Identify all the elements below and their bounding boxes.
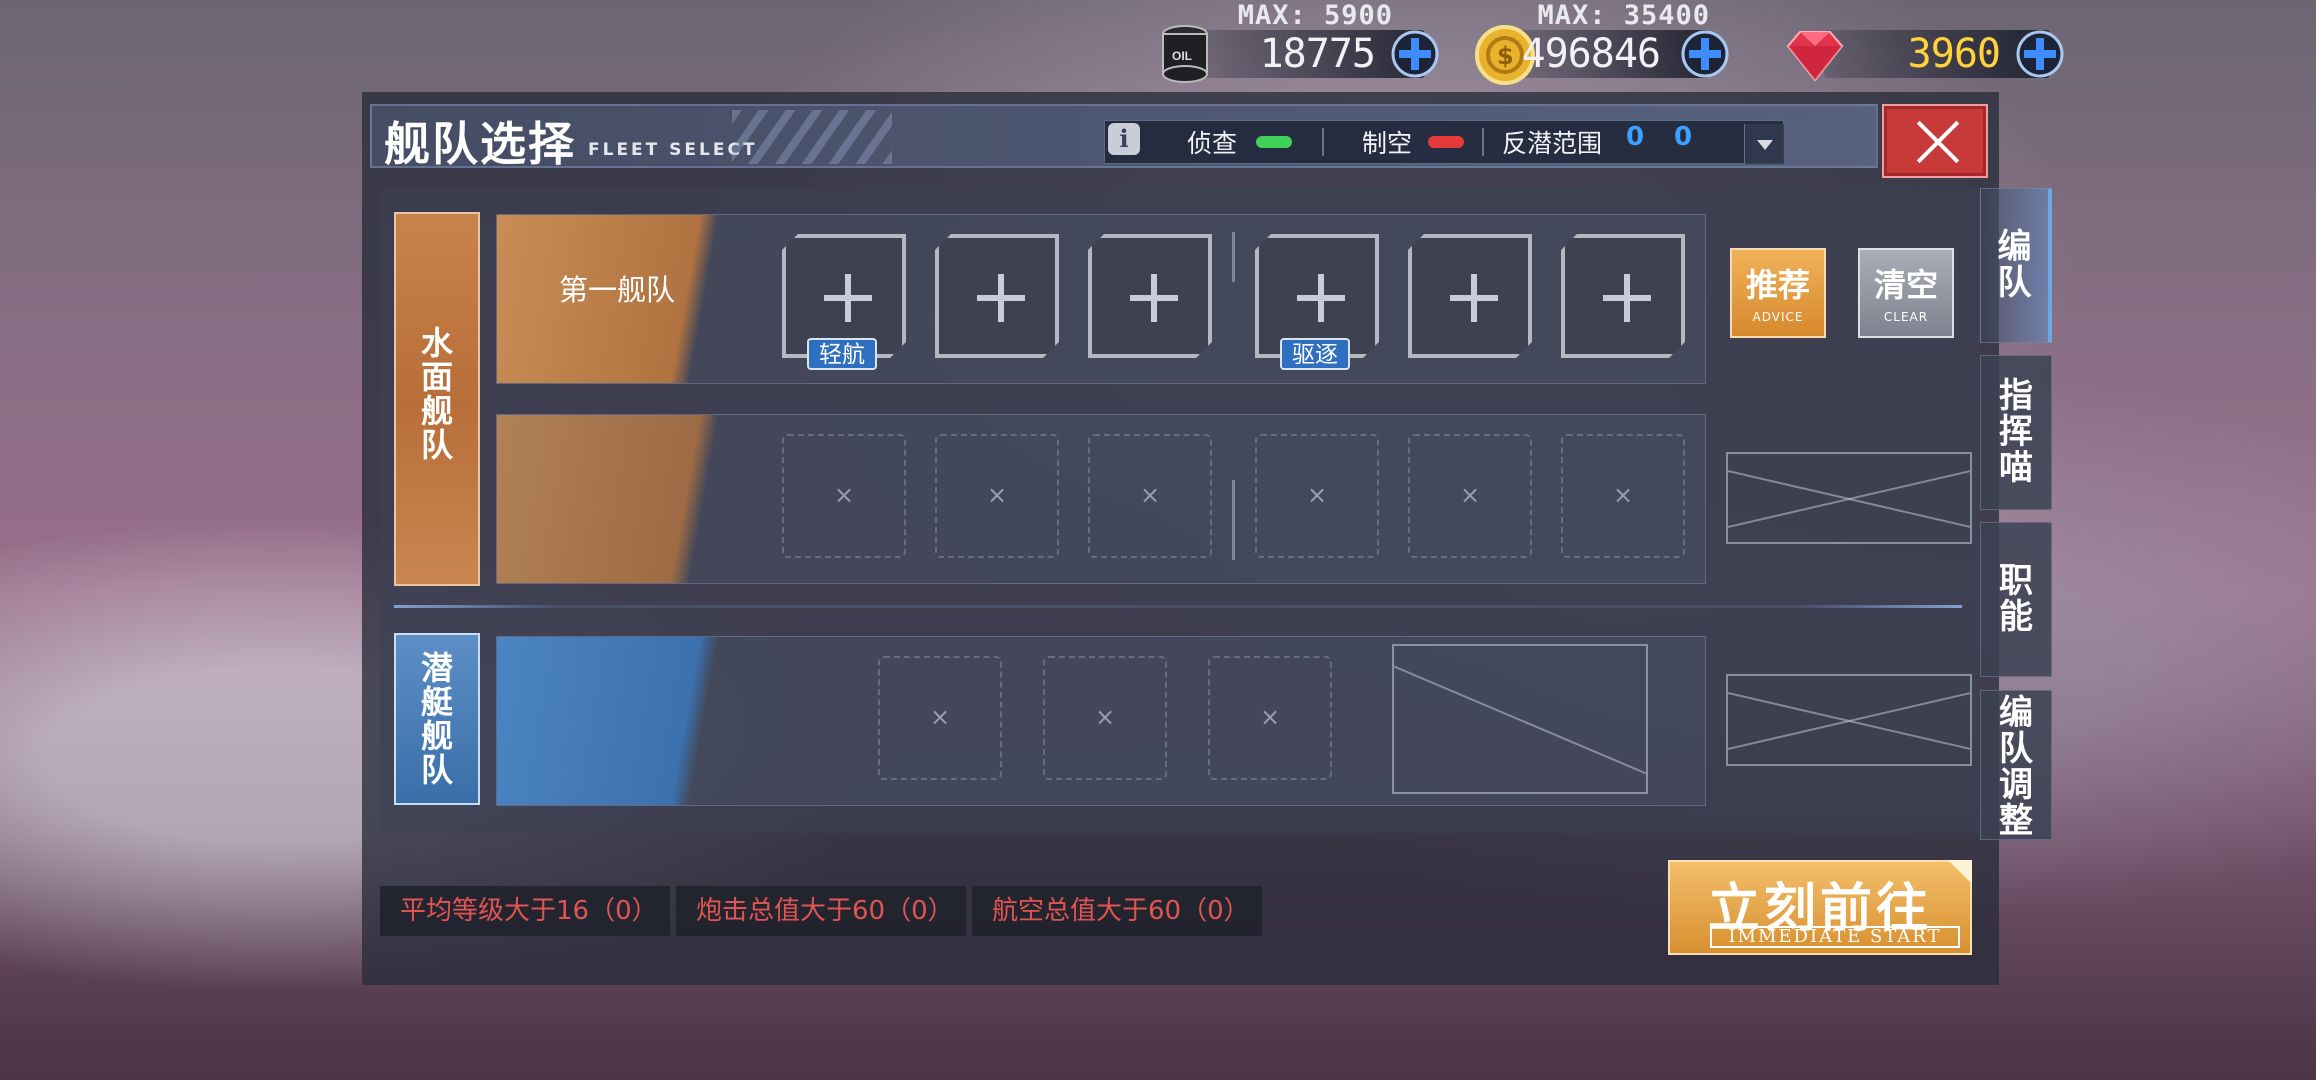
clear-sublabel: CLEAR bbox=[1883, 310, 1929, 324]
sub-fleet-label-bar: 潜艇舰队 bbox=[394, 633, 480, 805]
recon-status-indicator bbox=[1256, 136, 1292, 148]
title-strip: 舰队选择 FLEET SELECT i 侦查 制空 反潜范围 0 0 bbox=[370, 104, 1878, 171]
surface-fleet-label-bar: 水面舰队 bbox=[394, 212, 480, 586]
advice-button[interactable]: 推荐 ADVICE bbox=[1730, 248, 1826, 338]
stat-separator bbox=[1482, 128, 1484, 156]
empty-slot: × bbox=[1043, 656, 1167, 780]
add-oil-button[interactable] bbox=[1385, 24, 1445, 84]
air-label: 制空 bbox=[1362, 129, 1413, 158]
tab-label: 编队 bbox=[1981, 229, 2048, 301]
empty-slot: × bbox=[1255, 434, 1379, 558]
clear-button[interactable]: 清空 CLEAR bbox=[1858, 248, 1954, 338]
empty-button-placeholder bbox=[1726, 452, 1972, 544]
ship-slot-2[interactable] bbox=[935, 234, 1059, 358]
asw-value-1: 0 bbox=[1626, 122, 1645, 152]
ship-slot-6[interactable] bbox=[1561, 234, 1685, 358]
surface-fleet-text: 水面舰队 bbox=[420, 324, 453, 464]
tab-commander-cat[interactable]: 指挥喵 bbox=[1980, 355, 2052, 510]
empty-slot: × bbox=[782, 434, 906, 558]
tab-label: 指挥喵 bbox=[1981, 378, 2051, 486]
gem-icon bbox=[1786, 31, 1844, 82]
empty-button-placeholder bbox=[1726, 674, 1972, 766]
empty-slot: × bbox=[878, 656, 1002, 780]
gold-value: 496846 bbox=[1521, 31, 1661, 77]
empty-mark: × bbox=[1459, 481, 1481, 509]
immediate-start-button[interactable]: 立刻前往 IMMEDIATE START bbox=[1668, 860, 1972, 955]
advice-label: 推荐 bbox=[1745, 266, 1810, 304]
empty-mark: × bbox=[1094, 703, 1116, 731]
air-status-indicator bbox=[1428, 136, 1464, 148]
info-icon[interactable]: i bbox=[1108, 123, 1140, 155]
close-button[interactable] bbox=[1882, 104, 1988, 178]
tab-formation-adjust-text: 编队调整 bbox=[1999, 693, 2033, 841]
oil-barrel-icon: OIL bbox=[1162, 25, 1208, 83]
tab-commander-cat-text: 指挥喵 bbox=[1999, 376, 2033, 488]
empty-slot: × bbox=[1408, 434, 1532, 558]
gem-value: 3960 bbox=[1907, 31, 2001, 77]
asw-label: 反潜范围 bbox=[1502, 129, 1603, 158]
sub-fleet-text: 潜艇舰队 bbox=[420, 649, 453, 789]
empty-mark: × bbox=[929, 703, 951, 731]
empty-mark: × bbox=[986, 481, 1008, 509]
fleet-1-name: 第一舰队 bbox=[559, 273, 676, 307]
tab-formation[interactable]: 编队 bbox=[1980, 188, 2052, 343]
empty-slot: × bbox=[1561, 434, 1685, 558]
tab-label: 职能 bbox=[1981, 563, 2051, 635]
stat-separator bbox=[1322, 128, 1324, 156]
page-title: 舰队选择 bbox=[384, 117, 576, 171]
sub-fleet-label: 潜艇舰队 bbox=[396, 651, 478, 787]
recon-label: 侦查 bbox=[1187, 129, 1238, 158]
empty-mark: × bbox=[1259, 703, 1281, 731]
add-gem-button[interactable] bbox=[2010, 24, 2070, 84]
slot-divider bbox=[1232, 232, 1235, 282]
empty-slot: × bbox=[1208, 656, 1332, 780]
empty-mark: × bbox=[1139, 481, 1161, 509]
sub-support-placeholder bbox=[1392, 644, 1648, 794]
empty-mark: × bbox=[1612, 481, 1634, 509]
tab-duty[interactable]: 职能 bbox=[1980, 522, 2052, 677]
ship-slot-5[interactable] bbox=[1408, 234, 1532, 358]
title-hatch-decoration bbox=[732, 110, 892, 164]
empty-mark: × bbox=[1306, 481, 1328, 509]
condition-aviation: 航空总值大于60（0） bbox=[972, 886, 1262, 936]
empty-mark: × bbox=[833, 481, 855, 509]
gem-resource: 3960 bbox=[1780, 18, 2080, 90]
tab-formation-adjust[interactable]: 编队调整 bbox=[1980, 690, 2052, 840]
sub-fleet-stripe bbox=[497, 637, 837, 805]
clear-label: 清空 bbox=[1873, 266, 1938, 304]
condition-avg-level: 平均等级大于16（0） bbox=[380, 886, 670, 936]
condition-firepower: 炮击总值大于60（0） bbox=[676, 886, 966, 936]
tab-label: 编队调整 bbox=[1981, 695, 2051, 839]
empty-slot: × bbox=[935, 434, 1059, 558]
advice-sublabel: ADVICE bbox=[1752, 310, 1804, 324]
add-gold-button[interactable] bbox=[1675, 24, 1735, 84]
oil-resource: MAX: 5900 OIL 18775 bbox=[1150, 0, 1455, 90]
svg-text:OIL: OIL bbox=[1172, 49, 1192, 63]
tab-formation-text: 编队 bbox=[1997, 227, 2032, 303]
light-carrier-tag: 轻航 bbox=[807, 338, 877, 370]
start-sublabel: IMMEDIATE START bbox=[1710, 926, 1960, 948]
oil-max: MAX: 5900 bbox=[1237, 0, 1393, 31]
fleet-section-divider bbox=[394, 605, 1962, 608]
asw-value-2: 0 bbox=[1674, 122, 1693, 152]
oil-value: 18775 bbox=[1259, 31, 1376, 77]
surface-fleet-label: 水面舰队 bbox=[396, 326, 478, 462]
empty-slot: × bbox=[1088, 434, 1212, 558]
svg-text:$: $ bbox=[1497, 42, 1514, 70]
tab-duty-text: 职能 bbox=[1999, 561, 2033, 637]
stats-dropdown-button[interactable] bbox=[1744, 124, 1784, 164]
slot-divider bbox=[1232, 480, 1235, 560]
ship-slot-3[interactable] bbox=[1088, 234, 1212, 358]
destroyer-tag: 驱逐 bbox=[1280, 338, 1350, 370]
